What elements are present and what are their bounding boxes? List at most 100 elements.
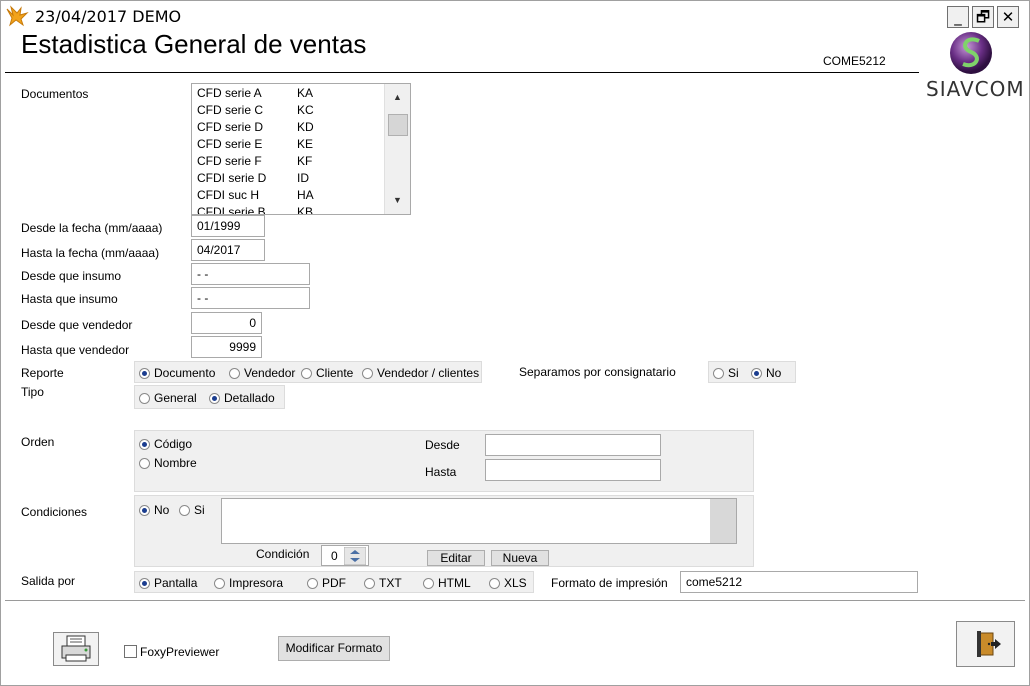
orden-desde-label: Desde bbox=[425, 438, 460, 452]
reporte-vendedor-clientes-radio[interactable]: Vendedor / clientes bbox=[362, 366, 479, 380]
window-title: 23/04/2017 DEMO bbox=[35, 7, 182, 26]
orden-panel: Código Nombre Desde Hasta bbox=[134, 430, 754, 492]
condiciones-panel: No Si Condición 0 Editar Nueva bbox=[134, 495, 754, 567]
radio-dot bbox=[139, 504, 150, 516]
orden-desde-field[interactable] bbox=[485, 434, 661, 456]
main-window: 23/04/2017 DEMO _ 🗗 ✕ Estadistica Genera… bbox=[0, 0, 1030, 686]
orden-nombre-radio[interactable]: Nombre bbox=[139, 456, 197, 470]
desde-fecha-label: Desde la fecha (mm/aaaa) bbox=[21, 221, 163, 235]
tipo-general-radio[interactable]: General bbox=[139, 391, 197, 405]
condiciones-textarea[interactable] bbox=[221, 498, 737, 544]
tipo-detallado-radio[interactable]: Detallado bbox=[209, 391, 275, 405]
salida-xls-radio[interactable]: XLS bbox=[489, 576, 527, 590]
foxypreviewer-checkbox[interactable] bbox=[124, 645, 137, 658]
radio-dot bbox=[713, 367, 724, 379]
consignatario-label: Separamos por consignatario bbox=[519, 365, 676, 379]
salida-option-group: Pantalla Impresora PDF TXT HTML XLS bbox=[134, 571, 534, 593]
radio-dot bbox=[214, 577, 225, 589]
reporte-documento-radio[interactable]: Documento bbox=[139, 366, 215, 380]
editar-button[interactable]: Editar bbox=[427, 550, 485, 566]
close-icon: ✕ bbox=[1001, 8, 1015, 26]
consignatario-si-radio[interactable]: Si bbox=[713, 366, 739, 380]
salida-pdf-radio[interactable]: PDF bbox=[307, 576, 346, 590]
page-title: Estadistica General de ventas bbox=[21, 29, 367, 59]
reporte-option-group: Documento Vendedor Cliente Vendedor / cl… bbox=[134, 361, 482, 383]
footer-divider bbox=[5, 600, 1025, 601]
tipo-label: Tipo bbox=[21, 385, 44, 399]
salida-label: Salida por bbox=[21, 574, 76, 588]
company-logo: SIAVCOM bbox=[923, 31, 1024, 101]
foxypreviewer-label: FoxyPreviewer bbox=[140, 645, 220, 659]
orden-label: Orden bbox=[21, 435, 55, 449]
radio-dot bbox=[139, 457, 150, 469]
formato-label: Formato de impresión bbox=[551, 576, 668, 590]
documentos-label: Documentos bbox=[21, 87, 89, 101]
radio-dot bbox=[301, 367, 312, 379]
radio-dot bbox=[209, 392, 220, 404]
spinner-arrows-icon[interactable] bbox=[344, 547, 366, 565]
radio-dot bbox=[179, 504, 190, 516]
radio-dot bbox=[362, 367, 373, 379]
reporte-label: Reporte bbox=[21, 366, 64, 380]
exit-button[interactable] bbox=[956, 621, 1015, 667]
formato-field[interactable]: come5212 bbox=[680, 571, 918, 593]
consignatario-no-radio[interactable]: No bbox=[751, 366, 781, 380]
salida-pantalla-radio[interactable]: Pantalla bbox=[139, 576, 197, 590]
hasta-vendedor-label: Hasta que vendedor bbox=[21, 343, 130, 357]
hasta-insumo-field[interactable]: - - bbox=[191, 287, 310, 309]
salida-html-radio[interactable]: HTML bbox=[423, 576, 471, 590]
scroll-down-icon[interactable]: ▼ bbox=[385, 190, 410, 210]
nueva-button[interactable]: Nueva bbox=[491, 550, 549, 566]
restore-button[interactable]: 🗗 bbox=[972, 6, 994, 28]
program-code: COME5212 bbox=[823, 54, 886, 68]
header-divider bbox=[5, 72, 919, 73]
tipo-option-group: General Detallado bbox=[134, 385, 285, 409]
condiciones-scrollbar[interactable] bbox=[710, 499, 736, 543]
desde-vendedor-label: Desde que vendedor bbox=[21, 318, 133, 332]
radio-dot bbox=[364, 577, 375, 589]
hasta-insumo-label: Hasta que insumo bbox=[21, 292, 118, 306]
radio-dot bbox=[139, 577, 150, 589]
condicion-value: 0 bbox=[331, 549, 338, 563]
desde-fecha-field[interactable]: 01/1999 bbox=[191, 215, 265, 237]
radio-dot bbox=[139, 438, 150, 450]
orden-codigo-radio[interactable]: Código bbox=[139, 437, 192, 451]
hasta-fecha-label: Hasta la fecha (mm/aaaa) bbox=[21, 246, 160, 260]
reporte-cliente-radio[interactable]: Cliente bbox=[301, 366, 353, 380]
radio-dot bbox=[307, 577, 318, 589]
scroll-up-icon[interactable]: ▲ bbox=[385, 87, 410, 107]
app-fox-icon bbox=[6, 5, 29, 27]
reporte-vendedor-radio[interactable]: Vendedor bbox=[229, 366, 295, 380]
consignatario-option-group: Si No bbox=[708, 361, 796, 383]
salida-impresora-radio[interactable]: Impresora bbox=[214, 576, 283, 590]
documentos-listbox[interactable]: CFD serie A KA CFD serie C KC CFD serie DK… bbox=[191, 83, 411, 215]
radio-dot bbox=[229, 367, 240, 379]
title-bar: 23/04/2017 DEMO _ 🗗 ✕ bbox=[1, 1, 1029, 29]
minimize-icon: _ bbox=[954, 8, 962, 26]
close-button[interactable]: ✕ bbox=[997, 6, 1019, 28]
radio-dot bbox=[489, 577, 500, 589]
desde-vendedor-field[interactable]: 0 bbox=[191, 312, 262, 334]
orden-hasta-field[interactable] bbox=[485, 459, 661, 481]
documentos-scrollbar[interactable]: ▲ ▼ bbox=[384, 84, 410, 214]
radio-dot bbox=[139, 392, 150, 404]
print-button[interactable] bbox=[53, 632, 99, 666]
hasta-vendedor-field[interactable]: 9999 bbox=[191, 336, 262, 358]
radio-dot bbox=[139, 367, 150, 379]
printer-icon bbox=[61, 635, 91, 662]
minimize-button[interactable]: _ bbox=[947, 6, 969, 28]
radio-dot bbox=[423, 577, 434, 589]
modificar-formato-button[interactable]: Modificar Formato bbox=[278, 636, 390, 661]
desde-insumo-field[interactable]: - - bbox=[191, 263, 310, 285]
radio-dot bbox=[751, 367, 762, 379]
logo-text: SIAVCOM bbox=[926, 77, 1025, 101]
scroll-thumb[interactable] bbox=[388, 114, 408, 136]
hasta-fecha-field[interactable]: 04/2017 bbox=[191, 239, 265, 261]
orden-hasta-label: Hasta bbox=[425, 465, 457, 479]
condiciones-no-radio[interactable]: No bbox=[139, 503, 169, 517]
desde-insumo-label: Desde que insumo bbox=[21, 269, 122, 283]
condiciones-label: Condiciones bbox=[21, 505, 88, 519]
condiciones-si-radio[interactable]: Si bbox=[179, 503, 205, 517]
salida-txt-radio[interactable]: TXT bbox=[364, 576, 402, 590]
condicion-spinner[interactable]: 0 bbox=[321, 545, 369, 566]
